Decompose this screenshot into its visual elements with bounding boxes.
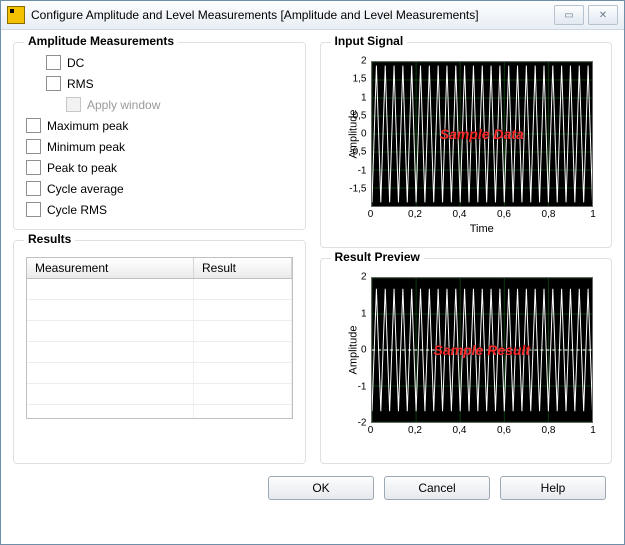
y-tick: 1,5 bbox=[353, 74, 367, 85]
chart-input-signal: Amplitude -1,5-1-0,500,511,52 Sample Dat… bbox=[333, 55, 600, 235]
checkbox-cycle-average[interactable]: Cycle average bbox=[26, 181, 293, 196]
checkbox-label: DC bbox=[67, 56, 84, 70]
checkbox-dc[interactable]: DC bbox=[46, 55, 293, 70]
y-tick: 2 bbox=[361, 272, 367, 283]
col-result[interactable]: Result bbox=[194, 258, 292, 278]
x-tick: 0,6 bbox=[497, 425, 511, 436]
help-button[interactable]: Help bbox=[500, 476, 606, 500]
checkbox-icon bbox=[46, 55, 61, 70]
close-button[interactable]: ✕ bbox=[588, 5, 618, 25]
checkbox-label: Maximum peak bbox=[47, 119, 128, 133]
plot-area: Sample Result bbox=[371, 277, 594, 423]
dialog-buttons: OK Cancel Help bbox=[13, 472, 612, 502]
group-amplitude-measurements: Amplitude Measurements DC RMS Apply wind… bbox=[13, 42, 306, 230]
checkbox-icon bbox=[26, 139, 41, 154]
y-tick: 0,5 bbox=[353, 110, 367, 121]
x-tick: 0,4 bbox=[453, 209, 467, 220]
table-row[interactable] bbox=[27, 342, 292, 363]
x-tick: 1 bbox=[590, 425, 596, 436]
x-axis-label: Time bbox=[470, 223, 494, 235]
checkbox-icon bbox=[46, 76, 61, 91]
table-row[interactable] bbox=[27, 363, 292, 384]
table-row[interactable] bbox=[27, 384, 292, 405]
group-legend: Result Preview bbox=[331, 250, 424, 264]
checkbox-label: Cycle average bbox=[47, 182, 124, 196]
x-axis: 0 0,2 0,4 0,6 0,8 1 bbox=[371, 425, 594, 451]
x-axis: Time 0 0,2 0,4 0,6 0,8 1 bbox=[371, 209, 594, 235]
results-table[interactable]: Measurement Result bbox=[26, 257, 293, 419]
window-buttons: ▭ ✕ bbox=[554, 5, 618, 25]
y-tick: 2 bbox=[361, 56, 367, 67]
dialog-window: Configure Amplitude and Level Measuremen… bbox=[0, 0, 625, 545]
y-tick: -1 bbox=[358, 165, 367, 176]
checkbox-label: RMS bbox=[67, 77, 94, 91]
y-tick: -0,5 bbox=[349, 147, 366, 158]
options-list: DC RMS Apply window Maximum peak Minimum… bbox=[26, 55, 293, 217]
checkbox-label: Peak to peak bbox=[47, 161, 117, 175]
checkbox-icon bbox=[66, 97, 81, 112]
chart: Amplitude -2-1012 Sample Result 00,20,40… bbox=[333, 271, 600, 451]
y-tick: 0 bbox=[361, 345, 367, 356]
table-row[interactable] bbox=[27, 321, 292, 342]
y-axis: Amplitude -2-1012 bbox=[333, 277, 369, 423]
checkbox-apply-window: Apply window bbox=[66, 97, 293, 112]
checkbox-icon bbox=[26, 202, 41, 217]
x-tick: 0,4 bbox=[453, 425, 467, 436]
group-legend: Results bbox=[24, 232, 75, 246]
x-tick: 0,2 bbox=[408, 425, 422, 436]
columns: Amplitude Measurements DC RMS Apply wind… bbox=[13, 42, 612, 464]
group-legend: Amplitude Measurements bbox=[24, 34, 178, 48]
x-tick: 0 bbox=[368, 425, 374, 436]
y-tick: 0 bbox=[361, 129, 367, 140]
dialog-body: Amplitude Measurements DC RMS Apply wind… bbox=[1, 30, 624, 544]
x-tick: 0,8 bbox=[542, 425, 556, 436]
chart: Amplitude -1,5-1-0,500,511,52 Sample Dat… bbox=[333, 55, 600, 235]
checkbox-label: Cycle RMS bbox=[47, 203, 107, 217]
checkbox-icon bbox=[26, 118, 41, 133]
ok-button[interactable]: OK bbox=[268, 476, 374, 500]
left-column: Amplitude Measurements DC RMS Apply wind… bbox=[13, 42, 306, 464]
checkbox-minimum-peak[interactable]: Minimum peak bbox=[26, 139, 293, 154]
checkbox-rms[interactable]: RMS bbox=[46, 76, 293, 91]
chart-result-preview: Amplitude -2-1012 Sample Result 00,20,40… bbox=[333, 271, 600, 451]
y-tick: -2 bbox=[358, 418, 367, 429]
overlay-text: Sample Data bbox=[440, 126, 524, 142]
checkbox-cycle-rms[interactable]: Cycle RMS bbox=[26, 202, 293, 217]
y-tick: -1,5 bbox=[349, 183, 366, 194]
window-title: Configure Amplitude and Level Measuremen… bbox=[31, 8, 554, 22]
x-tick: 0,8 bbox=[542, 209, 556, 220]
y-tick: 1 bbox=[361, 308, 367, 319]
cancel-button[interactable]: Cancel bbox=[384, 476, 490, 500]
x-tick: 1 bbox=[590, 209, 596, 220]
table-header: Measurement Result bbox=[27, 258, 292, 279]
group-result-preview: Result Preview Amplitude -2-1012 Sample … bbox=[320, 258, 613, 464]
overlay-text: Sample Result bbox=[434, 342, 530, 358]
checkbox-icon bbox=[26, 181, 41, 196]
checkbox-maximum-peak[interactable]: Maximum peak bbox=[26, 118, 293, 133]
help-context-button[interactable]: ▭ bbox=[554, 5, 584, 25]
checkbox-label: Minimum peak bbox=[47, 140, 125, 154]
right-column: Input Signal Amplitude -1,5-1-0,500,511,… bbox=[320, 42, 613, 464]
table-row[interactable] bbox=[27, 300, 292, 321]
y-axis: Amplitude -1,5-1-0,500,511,52 bbox=[333, 61, 369, 207]
y-tick: 1 bbox=[361, 92, 367, 103]
x-tick: 0,2 bbox=[408, 209, 422, 220]
col-measurement[interactable]: Measurement bbox=[27, 258, 194, 278]
table-row[interactable] bbox=[27, 279, 292, 300]
plot-area: Sample Data bbox=[371, 61, 594, 207]
y-tick: -1 bbox=[358, 381, 367, 392]
x-tick: 0,6 bbox=[497, 209, 511, 220]
titlebar[interactable]: Configure Amplitude and Level Measuremen… bbox=[1, 1, 624, 30]
y-axis-label: Amplitude bbox=[347, 326, 359, 375]
x-tick: 0 bbox=[368, 209, 374, 220]
group-legend: Input Signal bbox=[331, 34, 408, 48]
app-icon bbox=[7, 6, 25, 24]
checkbox-icon bbox=[26, 160, 41, 175]
group-results: Results Measurement Result bbox=[13, 240, 306, 464]
table-row[interactable] bbox=[27, 405, 292, 419]
group-input-signal: Input Signal Amplitude -1,5-1-0,500,511,… bbox=[320, 42, 613, 248]
checkbox-label: Apply window bbox=[87, 98, 160, 112]
checkbox-peak-to-peak[interactable]: Peak to peak bbox=[26, 160, 293, 175]
